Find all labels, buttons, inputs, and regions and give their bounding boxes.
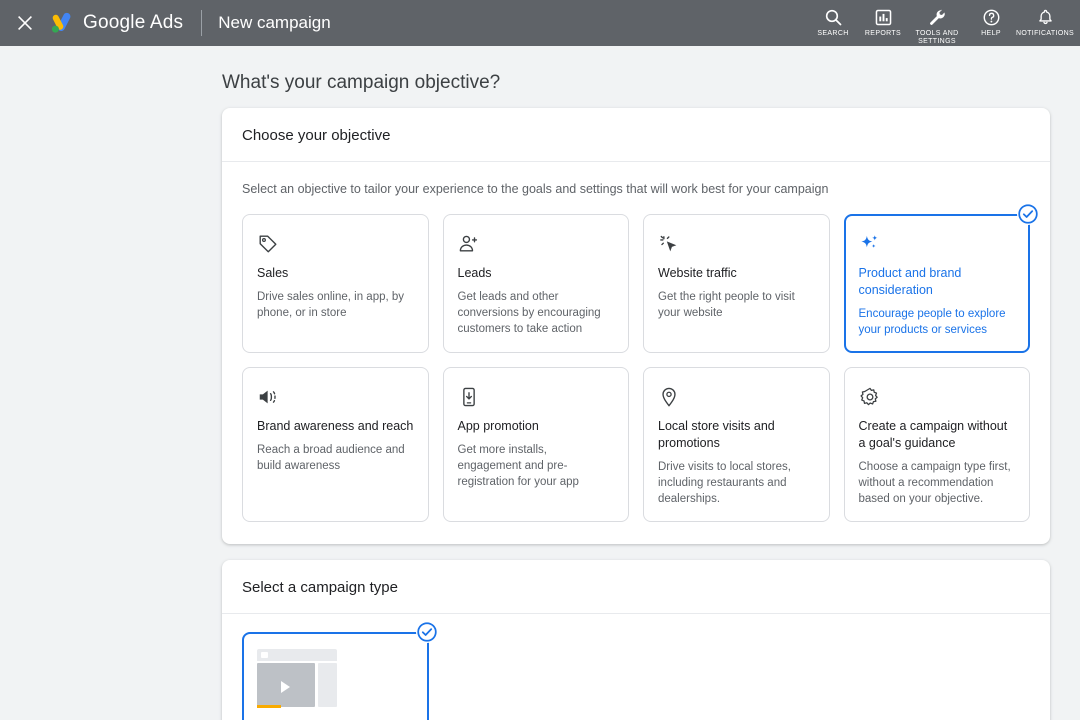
sparkles-icon	[859, 231, 1016, 257]
search-button[interactable]: SEARCH	[808, 4, 858, 38]
page-content: What's your campaign objective? Choose y…	[0, 46, 1080, 720]
brand-name: Google Ads	[83, 12, 184, 33]
objective-card-title: Brand awareness and reach	[257, 419, 414, 433]
wrench-icon	[928, 6, 947, 28]
cursor-click-icon	[658, 231, 815, 257]
video-thumbnail-icon	[257, 649, 337, 711]
close-button[interactable]	[10, 8, 40, 38]
objective-card-title: Sales	[257, 266, 289, 280]
selected-check-badge	[1017, 203, 1039, 225]
objective-card-description: Drive sales online, in app, by phone, or…	[257, 291, 405, 319]
tag-icon	[257, 231, 414, 257]
objective-card-app-promotion[interactable]: App promotion Get more installs, engagem…	[442, 367, 629, 522]
objective-card-no-goal-guidance[interactable]: Create a campaign without a goal's guida…	[843, 367, 1030, 522]
reports-button[interactable]: REPORTS	[858, 4, 908, 38]
close-icon	[18, 16, 32, 30]
objective-card-grid: Sales Drive sales online, in app, by pho…	[222, 196, 1050, 544]
appbar-divider	[201, 10, 203, 36]
thumbnail-progress-bar	[257, 705, 281, 708]
select-campaign-type-heading: Select a campaign type	[222, 560, 1050, 614]
objective-card-website-traffic[interactable]: Website traffic Get the right people to …	[643, 214, 830, 353]
thumbnail-sidebar-block	[318, 663, 337, 707]
objective-card-description: Get more installs, engagement and pre-re…	[457, 444, 579, 488]
objective-card-title: Local store visits and promotions	[658, 419, 775, 450]
objective-card-description: Get leads and other conversions by encou…	[457, 291, 601, 335]
objective-card-description: Drive visits to local stores, including …	[658, 461, 791, 505]
appbar-page-label: New campaign	[218, 13, 331, 32]
google-ads-logo-icon	[48, 10, 74, 36]
objective-card-title: Product and brand consideration	[858, 266, 962, 297]
reports-label: REPORTS	[864, 30, 902, 37]
check-circle-icon	[1018, 204, 1038, 224]
selected-check-badge	[415, 621, 438, 643]
appbar-actions: SEARCH REPORTS TOOLS AND SETTINGS HELP N…	[808, 0, 1074, 46]
objective-card-leads[interactable]: Leads Get leads and other conversions by…	[442, 214, 629, 353]
search-icon	[824, 6, 843, 28]
objective-card-description: Get the right people to visit your websi…	[658, 291, 795, 319]
gear-icon	[859, 384, 1016, 410]
search-label: SEARCH	[817, 30, 849, 37]
objective-card-title: Create a campaign without a goal's guida…	[858, 419, 1008, 450]
notifications-label: NOTIFICATIONS	[1015, 30, 1075, 37]
objective-card-title: Website traffic	[658, 266, 737, 280]
check-circle-icon	[416, 622, 437, 642]
objective-card-sales[interactable]: Sales Drive sales online, in app, by pho…	[242, 214, 429, 353]
bell-icon	[1036, 6, 1055, 28]
leads-person-icon	[458, 231, 615, 257]
campaign-type-grid: Video Reach and engage viewers on YouTub…	[222, 614, 1050, 720]
select-campaign-type-panel: Select a campaign type Video R	[222, 560, 1050, 720]
brand-block[interactable]: Google Ads	[48, 10, 183, 36]
objective-card-title: Leads	[457, 266, 492, 280]
objective-card-local-store-visits-and-promotions[interactable]: Local store visits and promotions Drive …	[643, 367, 830, 522]
help-icon	[982, 6, 1001, 28]
play-triangle-icon	[281, 681, 290, 693]
reports-icon	[874, 6, 893, 28]
thumbnail-browser-bar	[257, 649, 337, 661]
location-pin-icon	[658, 384, 815, 410]
mobile-download-icon	[458, 384, 615, 410]
campaign-type-card-video[interactable]: Video Reach and engage viewers on YouTub…	[242, 621, 438, 720]
objective-card-title: App promotion	[457, 419, 539, 433]
objective-card-description: Reach a broad audience and build awarene…	[257, 444, 405, 472]
objective-card-brand-awareness-and-reach[interactable]: Brand awareness and reach Reach a broad …	[242, 367, 429, 522]
megaphone-icon	[257, 384, 414, 410]
help-label: HELP	[981, 30, 1001, 37]
help-button[interactable]: HELP	[966, 4, 1016, 38]
objective-card-description: Choose a campaign type first, without a …	[858, 461, 1011, 505]
choose-objective-heading: Choose your objective	[222, 108, 1050, 162]
objective-card-product-and-brand-consideration[interactable]: Product and brand consideration Encourag…	[843, 203, 1039, 353]
page-title: What's your campaign objective?	[222, 72, 501, 93]
choose-objective-panel: Choose your objective Select an objectiv…	[222, 108, 1050, 544]
choose-objective-description: Select an objective to tailor your exper…	[242, 182, 829, 196]
objective-card-description: Encourage people to explore your product…	[858, 308, 1006, 336]
top-app-bar: Google Ads New campaign SEARCH REPORTS T…	[0, 0, 1080, 46]
tools-and-settings-button[interactable]: TOOLS AND SETTINGS	[908, 4, 966, 46]
notifications-button[interactable]: NOTIFICATIONS	[1016, 4, 1074, 38]
tools-label: TOOLS AND SETTINGS	[915, 30, 959, 45]
